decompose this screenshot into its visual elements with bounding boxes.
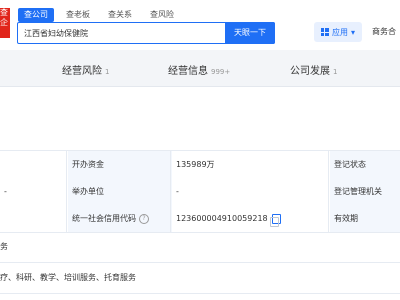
divider [170, 150, 171, 232]
divider [66, 150, 67, 232]
info-table: 开办资金 135989万 登记状态 - 举办单位 - 登记管理机关 统一社会信用… [0, 150, 400, 233]
section-nav: 经营风险 1 经营信息 999+ 公司发展 1 [0, 50, 400, 87]
business-scope-text: 疗、科研、教学、培训服务、托育服务 [0, 263, 400, 294]
label-register-authority: 登记管理机关 [330, 178, 400, 206]
search-tabs: 查公司 查老板 查关系 查风险 [18, 8, 186, 22]
nav-label: 公司发展 [290, 66, 330, 77]
logo-text: 查企 [0, 8, 8, 27]
site-logo[interactable]: 查企 [0, 8, 10, 38]
tab-relation[interactable]: 查关系 [102, 8, 138, 22]
nav-label: 经营信息 [168, 66, 208, 77]
value-credit-code-cell: 123600004910059218 [172, 205, 330, 233]
tab-company[interactable]: 查公司 [18, 8, 54, 22]
label-sponsor: 举办单位 [68, 178, 172, 206]
tab-risk[interactable]: 查风险 [144, 8, 180, 22]
scope-line: 务 [0, 232, 400, 263]
search-box: × 天眼一下 [17, 22, 275, 44]
nav-count: 1 [105, 68, 110, 76]
label-capital: 开办资金 [68, 151, 172, 179]
value-sponsor: - [172, 178, 330, 206]
nav-business-info[interactable]: 经营信息 999+ [168, 62, 230, 77]
cell-left-value: - [0, 178, 68, 206]
search-button[interactable]: 天眼一下 [225, 22, 275, 44]
nav-count: 999+ [211, 68, 231, 76]
nav-business-risk[interactable]: 经营风险 1 [62, 62, 109, 77]
nav-count: 1 [333, 68, 338, 76]
copy-icon[interactable] [269, 213, 281, 227]
cell-left-value [0, 151, 68, 179]
value-capital: 135989万 [172, 151, 330, 179]
chevron-down-icon: ▾ [350, 27, 355, 37]
search-input[interactable] [18, 23, 260, 43]
divider [328, 150, 329, 232]
nav-company-development[interactable]: 公司发展 1 [290, 62, 337, 77]
grid-icon [320, 28, 329, 36]
label-credit-code-cell: 统一社会信用代码? [68, 205, 172, 233]
help-icon[interactable]: ? [139, 213, 149, 224]
app-menu-button[interactable]: 应用 ▾ [314, 22, 362, 42]
value-credit-code: 123600004910059218 [176, 214, 268, 223]
cell-left-value [0, 205, 68, 233]
tab-boss[interactable]: 查老板 [60, 8, 96, 22]
nav-label: 经营风险 [62, 66, 102, 77]
business-link[interactable]: 商务合 [372, 26, 396, 37]
label-register-status: 登记状态 [330, 151, 400, 179]
app-menu-label: 应用 [331, 27, 348, 37]
label-credit-code: 统一社会信用代码 [72, 214, 136, 223]
top-bar: 查企 查公司 查老板 查关系 查风险 × 天眼一下 应用 ▾ 商务合 [0, 0, 400, 51]
label-validity: 有效期 [330, 205, 400, 233]
